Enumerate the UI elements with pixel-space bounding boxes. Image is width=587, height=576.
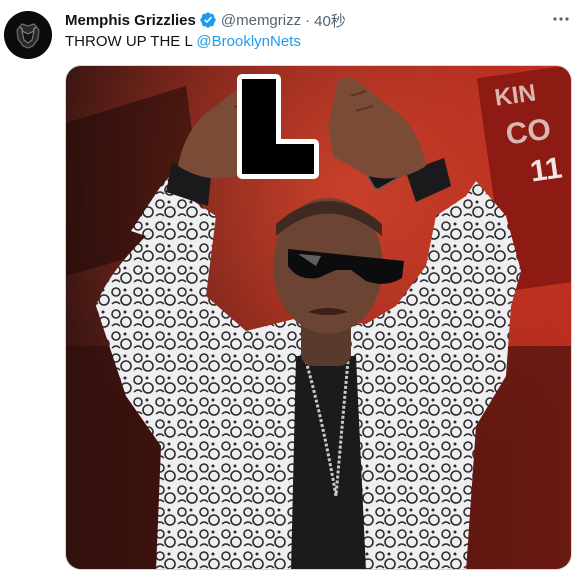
tweet-media-image[interactable]: KIN CO 11 [65, 65, 572, 570]
author-handle[interactable]: @memgrizz [221, 12, 301, 29]
sign-text-2: CO [504, 113, 553, 152]
sign-text-3: 11 [528, 151, 564, 188]
tweet-timestamp[interactable]: 40秒 [314, 10, 346, 31]
tweet-body: THROW UP THE L [65, 33, 197, 50]
avatar[interactable] [4, 11, 52, 59]
separator-dot: · [305, 11, 311, 29]
author-name[interactable]: Memphis Grizzlies [65, 12, 196, 29]
mention-link[interactable]: @BrooklynNets [196, 33, 300, 50]
tweet-header: Memphis Grizzlies @memgrizz · 40秒 [65, 9, 346, 31]
sign-text-1: KIN [493, 79, 538, 111]
tweet: Memphis Grizzlies @memgrizz · 40秒 THROW … [0, 0, 587, 576]
verified-badge-icon [199, 11, 217, 29]
more-options-icon[interactable] [549, 10, 573, 28]
grizzlies-logo-icon [4, 11, 52, 59]
media-illustration: KIN CO 11 [66, 66, 571, 569]
tweet-text: THROW UP THE L @BrooklynNets [65, 33, 301, 50]
